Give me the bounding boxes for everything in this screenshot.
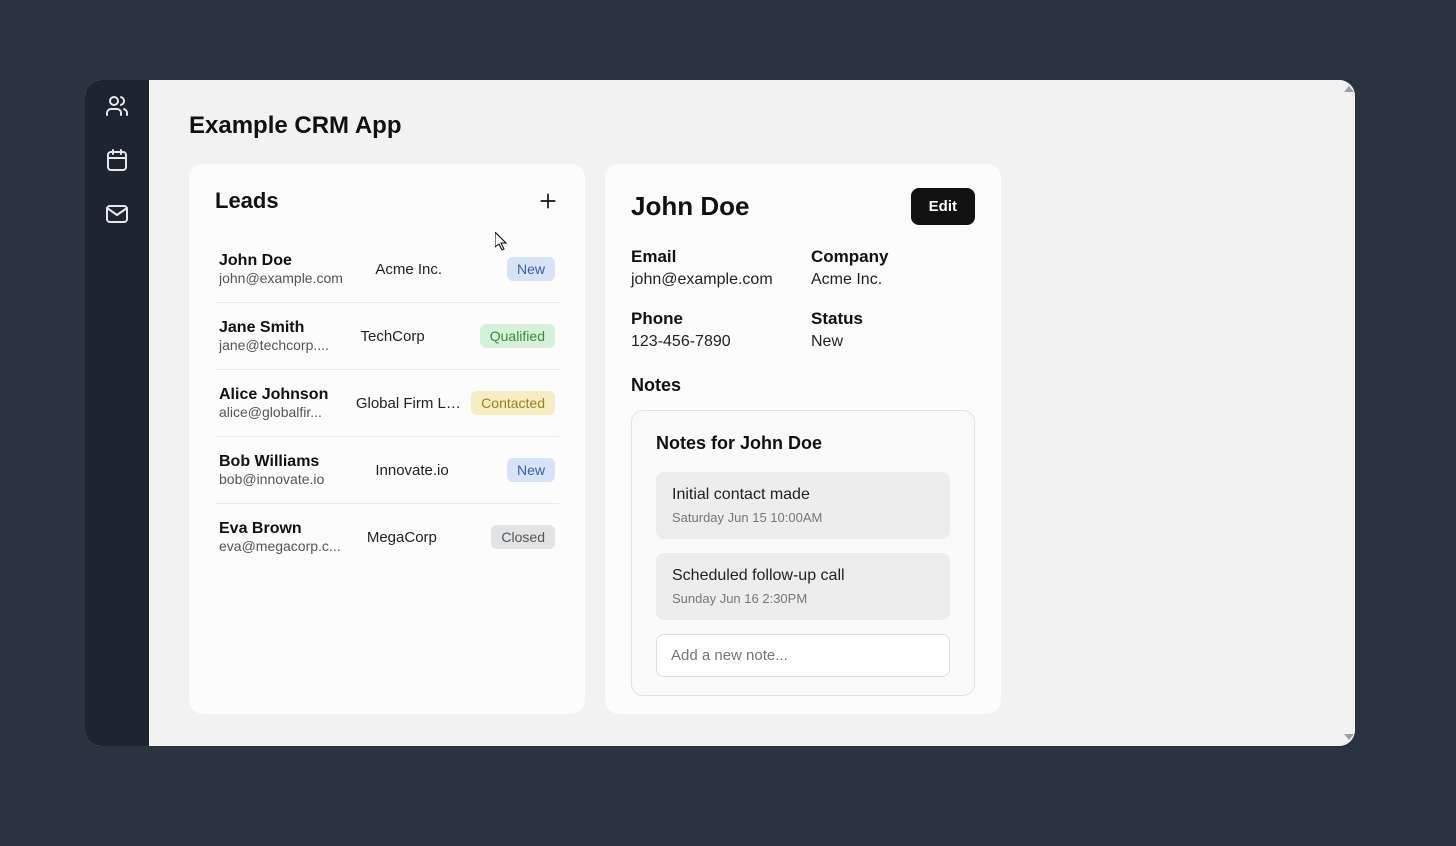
field-company: Company Acme Inc. [811, 247, 975, 289]
notes-heading: Notes [631, 375, 975, 396]
lead-name: Jane Smith [219, 319, 352, 337]
lead-identity: Eva Browneva@megacorp.c... [219, 520, 359, 554]
lead-name: Alice Johnson [219, 386, 348, 404]
lead-company: Acme Inc. [375, 261, 499, 278]
note-text: Initial contact made [672, 486, 934, 504]
field-phone-label: Phone [631, 309, 795, 329]
detail-header: John Doe Edit [631, 188, 975, 225]
lead-company: Innovate.io [375, 462, 499, 479]
lead-row[interactable]: Alice Johnsonalice@globalfir... Global Fi… [215, 370, 559, 437]
detail-fields: Email john@example.com Company Acme Inc.… [631, 247, 975, 351]
lead-identity: Bob Williamsbob@innovate.io [219, 453, 367, 487]
note-timestamp: Sunday Jun 16 2:30PM [672, 591, 934, 606]
lead-company: Global Firm LLC [356, 395, 463, 412]
lead-email: eva@megacorp.c... [219, 538, 349, 554]
notes-card: Notes for John Doe Initial contact made S… [631, 410, 975, 696]
field-email-value: john@example.com [631, 271, 795, 289]
lead-company: MegaCorp [367, 529, 484, 546]
lead-email: john@example.com [219, 270, 349, 286]
lead-email: bob@innovate.io [219, 471, 349, 487]
lead-name: Bob Williams [219, 453, 367, 471]
add-note-input[interactable] [656, 634, 950, 677]
status-badge: Contacted [471, 391, 555, 415]
field-company-value: Acme Inc. [811, 271, 975, 289]
lead-identity: Alice Johnsonalice@globalfir... [219, 386, 348, 420]
detail-lead-name: John Doe [631, 191, 749, 222]
sidebar [85, 80, 149, 746]
note-item: Initial contact made Saturday Jun 15 10:0… [656, 472, 950, 539]
lead-email: alice@globalfir... [219, 404, 348, 420]
lead-row[interactable]: Bob Williamsbob@innovate.io Innovate.io Ne… [215, 437, 559, 504]
lead-identity: John Doejohn@example.com [219, 252, 367, 286]
status-badge: New [507, 458, 555, 482]
edit-button[interactable]: Edit [911, 188, 975, 225]
lead-identity: Jane Smithjane@techcorp.... [219, 319, 352, 353]
leads-list: John Doejohn@example.com Acme Inc. New Jane… [215, 236, 559, 570]
leads-header: Leads [215, 188, 559, 214]
note-text: Scheduled follow-up call [672, 567, 934, 585]
lead-company: TechCorp [360, 328, 471, 345]
field-phone: Phone 123-456-7890 [631, 309, 795, 351]
leads-panel: Leads John Doejohn@example.com Acme Inc. N… [189, 164, 585, 714]
note-item: Scheduled follow-up call Sunday Jun 16 2:… [656, 553, 950, 620]
field-email: Email john@example.com [631, 247, 795, 289]
field-status-label: Status [811, 309, 975, 329]
scrollbar[interactable] [1345, 86, 1353, 740]
status-badge: Qualified [480, 324, 555, 348]
people-icon[interactable] [105, 94, 129, 118]
mail-icon[interactable] [105, 202, 129, 226]
scroll-down-icon[interactable] [1344, 734, 1354, 740]
field-email-label: Email [631, 247, 795, 267]
status-badge: Closed [491, 525, 555, 549]
status-badge: New [507, 257, 555, 281]
lead-row[interactable]: John Doejohn@example.com Acme Inc. New [215, 236, 559, 303]
field-phone-value: 123-456-7890 [631, 333, 795, 351]
calendar-icon[interactable] [105, 148, 129, 172]
field-status-value: New [811, 333, 975, 351]
field-status: Status New [811, 309, 975, 351]
field-company-label: Company [811, 247, 975, 267]
app-window: Example CRM App Leads John Doejohn@examp… [85, 80, 1355, 746]
main-content: Example CRM App Leads John Doejohn@examp… [149, 80, 1355, 746]
note-timestamp: Saturday Jun 15 10:00AM [672, 510, 934, 525]
lead-name: Eva Brown [219, 520, 359, 538]
leads-heading: Leads [215, 188, 279, 214]
add-lead-button[interactable] [537, 190, 559, 212]
app-title: Example CRM App [189, 112, 1315, 140]
lead-name: John Doe [219, 252, 367, 270]
lead-email: jane@techcorp.... [219, 337, 349, 353]
lead-row[interactable]: Jane Smithjane@techcorp.... TechCorp Quali… [215, 303, 559, 370]
scroll-up-icon[interactable] [1344, 86, 1354, 92]
columns: Leads John Doejohn@example.comAcme Inc.N… [189, 164, 1315, 714]
notes-list: Initial contact made Saturday Jun 15 10:0… [656, 472, 950, 620]
lead-row[interactable]: Eva Browneva@megacorp.c... MegaCorp Closed [215, 504, 559, 570]
notes-card-title: Notes for John Doe [656, 433, 950, 454]
lead-detail-panel: John Doe Edit Email john@example.com Com… [605, 164, 1001, 714]
